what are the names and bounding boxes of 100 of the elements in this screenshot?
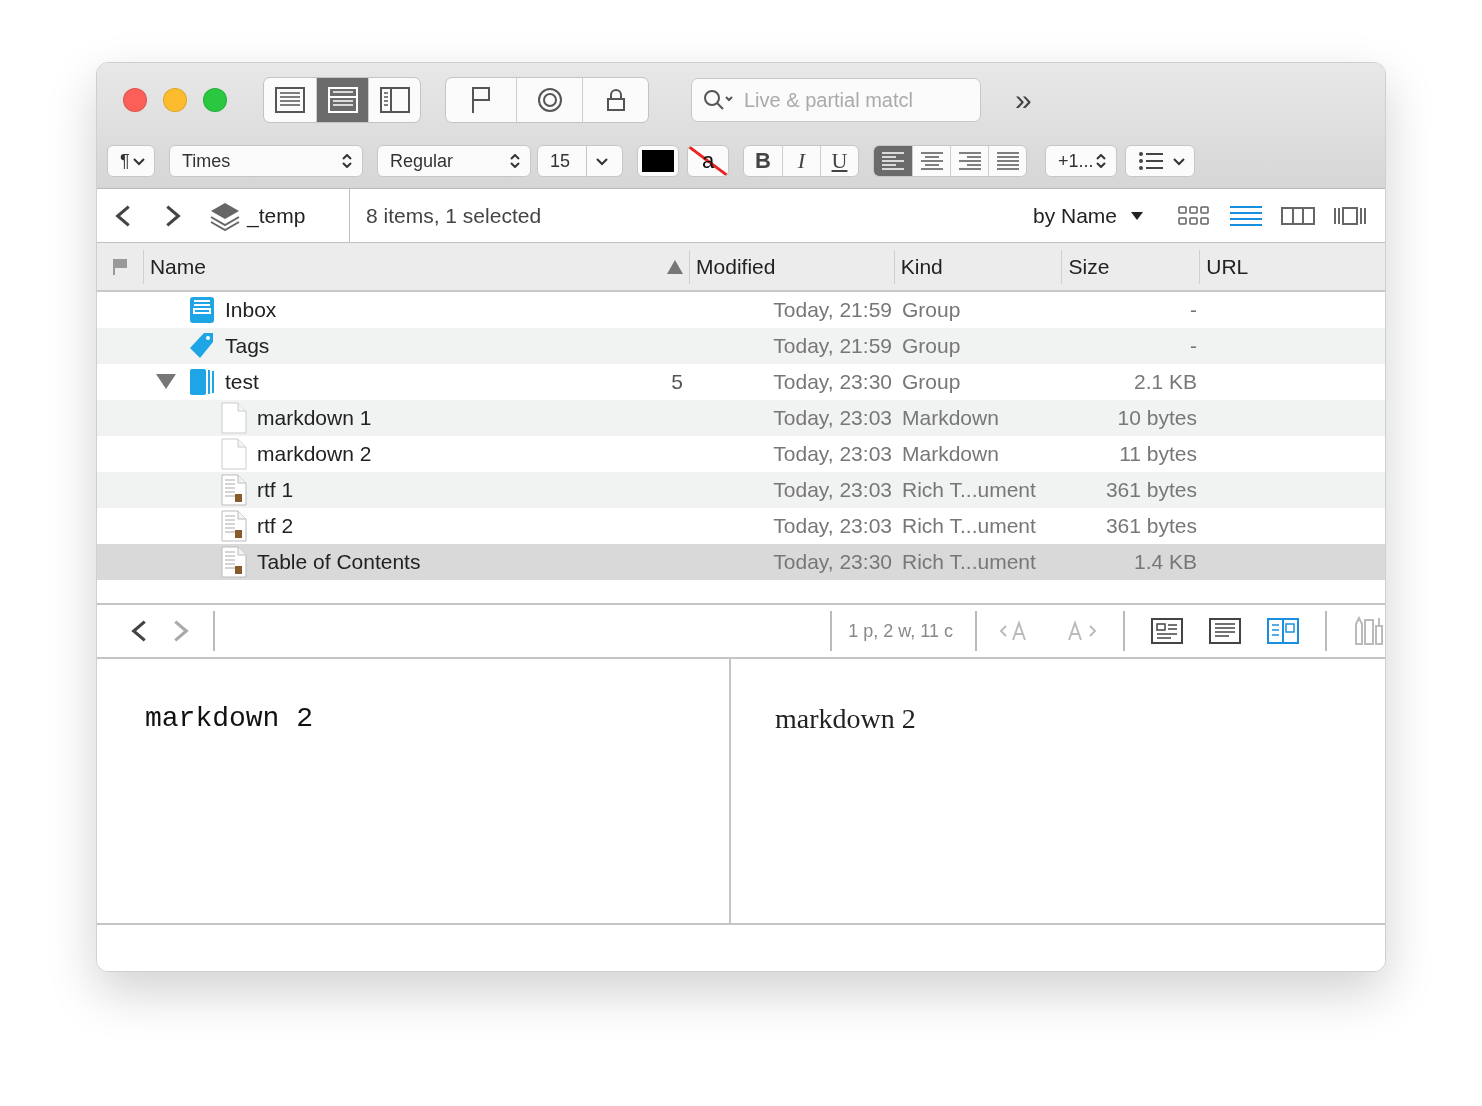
- list-row[interactable]: Tags Today, 21:59 Group -: [97, 328, 1385, 364]
- word-count: 1 p, 2 w, 11 c: [848, 620, 953, 642]
- font-size-field[interactable]: 15: [537, 145, 587, 177]
- split-layout-icon: [1267, 618, 1299, 644]
- item-kind: Group: [902, 334, 961, 357]
- paragraph-style-popup[interactable]: ¶: [107, 145, 155, 177]
- justify-icon: [995, 152, 1020, 170]
- text-style-button[interactable]: B: [744, 146, 782, 176]
- close-button[interactable]: [123, 88, 147, 112]
- icon-grid-icon: [1177, 204, 1211, 227]
- list-row[interactable]: Inbox Today, 21:59 Group -: [97, 292, 1385, 328]
- item-size: 361 bytes: [1105, 478, 1197, 501]
- list-style-popup[interactable]: [1125, 145, 1195, 177]
- editor-layout-button[interactable]: [1209, 618, 1241, 644]
- item-kind: Markdown: [902, 406, 999, 429]
- item-name: markdown 2: [257, 442, 372, 466]
- layers-icon: [209, 200, 241, 231]
- item-kind: Rich T...ument: [902, 514, 1036, 537]
- dropdown-triangle-icon: [1131, 211, 1143, 220]
- modified-date: Today, 23:30: [773, 370, 892, 393]
- column-header[interactable]: Modified: [689, 249, 894, 284]
- text-style-button[interactable]: U: [820, 146, 858, 176]
- source-text: markdown 2: [145, 703, 314, 734]
- list-row[interactable]: rtf 1 Today, 23:03 Rich T...ument 361 bytes: [97, 472, 1385, 508]
- modified-date: Today, 23:30: [773, 550, 892, 573]
- text-style-button[interactable]: I: [782, 146, 820, 176]
- pencil-ruler-brush-icon: [1353, 616, 1385, 646]
- item-name: rtf 1: [257, 478, 294, 502]
- color-swatch: [642, 150, 674, 172]
- column-header[interactable]: Name: [142, 249, 690, 284]
- item-count: 8 items, 1 selected: [366, 203, 543, 228]
- column-header[interactable]: Size: [1061, 249, 1200, 284]
- font-family-popup[interactable]: Times: [169, 145, 363, 177]
- modified-date: Today, 21:59: [773, 298, 892, 321]
- flag-icon: [472, 87, 490, 113]
- align-right-icon: [957, 152, 982, 170]
- item-name: Inbox: [225, 298, 277, 322]
- column-view-icon: [379, 87, 410, 113]
- item-size: -: [1190, 334, 1197, 357]
- item-size: 361 bytes: [1105, 514, 1197, 537]
- item-kind: Group: [902, 298, 961, 321]
- sort-popup[interactable]: by Name: [1026, 202, 1149, 229]
- view-toggle[interactable]: [1281, 204, 1315, 227]
- up-down-chevron-icon: [508, 154, 522, 168]
- text-color-well[interactable]: [637, 145, 679, 177]
- item-name: Tags: [225, 334, 270, 358]
- font-style-popup[interactable]: Regular: [377, 145, 531, 177]
- list-row[interactable]: test 5 Today, 23:30 Group 2.1 KB: [97, 364, 1385, 400]
- view-toggle[interactable]: [1333, 204, 1367, 227]
- cover-flow-icon: [1333, 204, 1367, 227]
- modified-date: Today, 23:03: [773, 478, 892, 501]
- item-name: Table of Contents: [257, 550, 421, 574]
- target-icon: [536, 87, 563, 113]
- item-size: 1.4 KB: [1133, 550, 1197, 573]
- column-view-icon: [1281, 204, 1315, 227]
- search-icon: [703, 89, 735, 111]
- modified-date: Today, 21:59: [773, 334, 892, 357]
- item-name: markdown 1: [257, 406, 372, 430]
- up-down-chevron-icon: [1094, 154, 1108, 168]
- modified-date: Today, 23:03: [773, 406, 892, 429]
- list-row[interactable]: Table of Contents Today, 23:30 Rich T...ument 1.4 KB: [97, 544, 1385, 580]
- list-row[interactable]: markdown 2 Today, 23:03 Markdown 11 bytes: [97, 436, 1385, 472]
- item-size: 2.1 KB: [1133, 370, 1197, 393]
- folder-name: _temp: [247, 203, 306, 228]
- item-name: test: [225, 370, 259, 394]
- search-field[interactable]: Live & partial matcl: [691, 78, 981, 122]
- align-left-icon: [881, 152, 905, 170]
- text-layout-icon: [1209, 618, 1241, 644]
- up-down-chevron-icon: [340, 154, 354, 168]
- editor-layout-button[interactable]: [1151, 618, 1183, 644]
- view-toggle[interactable]: [1229, 204, 1263, 227]
- split-view-icon: [327, 87, 358, 113]
- list-row[interactable]: markdown 1 Today, 23:03 Markdown 10 bytes: [97, 400, 1385, 436]
- preview-text: markdown 2: [775, 703, 916, 735]
- item-kind: Rich T...ument: [902, 478, 1036, 501]
- flag-icon: [112, 258, 127, 275]
- bulleted-list-icon: [1138, 152, 1164, 170]
- column-header[interactable]: URL: [1199, 249, 1385, 284]
- item-name: rtf 2: [257, 514, 294, 538]
- item-kind: Group: [902, 370, 961, 393]
- view-mode-button[interactable]: [316, 78, 368, 122]
- list-view-icon: [275, 87, 305, 113]
- item-count: 5: [671, 370, 683, 394]
- font-size-dropdown[interactable]: [587, 145, 623, 177]
- item-kind: Markdown: [902, 442, 999, 465]
- list-row[interactable]: rtf 2 Today, 23:03 Rich T...ument 361 bytes: [97, 508, 1385, 544]
- more-button[interactable]: »: [1015, 83, 1032, 117]
- list-view-icon: [1229, 204, 1263, 227]
- item-size: 11 bytes: [1119, 442, 1197, 465]
- lock-icon: [605, 88, 626, 112]
- preview-layout-icon: [1151, 618, 1183, 644]
- alignment-button[interactable]: [874, 146, 912, 176]
- view-toggle[interactable]: [1177, 204, 1211, 227]
- item-kind: Rich T...ument: [902, 550, 1036, 573]
- align-center-icon: [919, 152, 944, 170]
- modified-date: Today, 23:03: [773, 514, 892, 537]
- item-size: -: [1190, 298, 1197, 321]
- column-header[interactable]: Kind: [893, 249, 1062, 284]
- item-size: 10 bytes: [1117, 406, 1197, 429]
- spacing-popup[interactable]: +1...: [1045, 145, 1117, 177]
